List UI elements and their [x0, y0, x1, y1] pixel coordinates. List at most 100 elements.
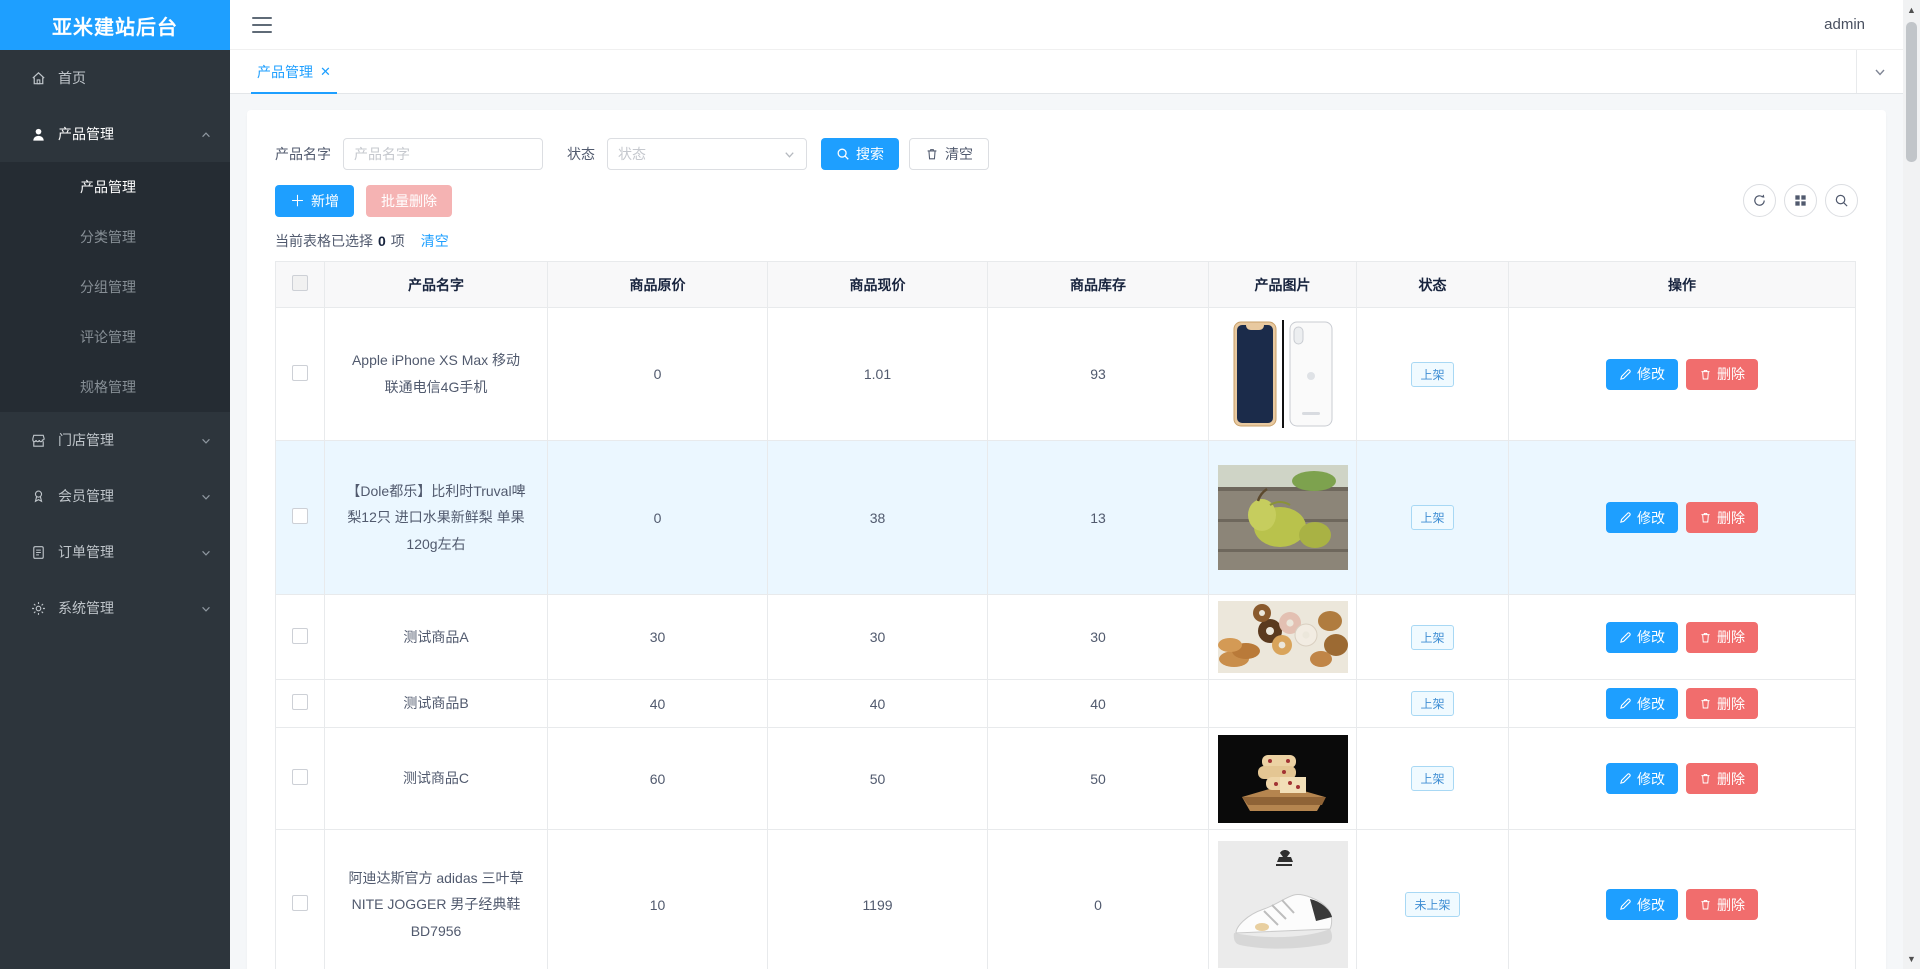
table-row: 测试商品C 60 50 50 上架 修改 删除 — [275, 727, 1856, 830]
column-header-1: 产品名字 — [324, 261, 548, 308]
scrollbar-thumb[interactable] — [1906, 22, 1917, 162]
sidebar-item-4[interactable]: 订单管理 — [0, 524, 230, 580]
pencil-icon — [1620, 368, 1631, 380]
vertical-scrollbar[interactable]: ▲ ▼ — [1903, 0, 1920, 969]
batch-delete-button[interactable]: 批量删除 — [366, 184, 453, 217]
table-search-button[interactable] — [1825, 184, 1858, 217]
tab-label: 产品管理 — [257, 63, 313, 80]
app-logo: 亚米建站后台 — [0, 0, 230, 50]
sidebar-subitem-0[interactable]: 产品管理 — [0, 162, 230, 212]
hamburger-icon[interactable] — [252, 16, 272, 33]
select-all-checkbox[interactable] — [292, 275, 308, 291]
edit-button[interactable]: 修改 — [1606, 688, 1678, 719]
row-checkbox[interactable] — [292, 895, 308, 911]
search-icon — [837, 148, 849, 160]
chevron-down-icon — [785, 151, 794, 158]
tab-close-icon[interactable]: ✕ — [320, 64, 331, 80]
product-image-pear — [1217, 465, 1348, 570]
chevron-down-icon — [1875, 69, 1885, 76]
status-badge[interactable]: 上架 — [1411, 691, 1454, 716]
stock-cell: 30 — [987, 594, 1209, 680]
user-menu[interactable]: admin — [1824, 16, 1865, 33]
trash-icon — [1701, 698, 1710, 709]
delete-button[interactable]: 删除 — [1686, 621, 1758, 653]
edit-button[interactable]: 修改 — [1606, 763, 1678, 794]
row-checkbox[interactable] — [292, 694, 308, 710]
status-label: 状态 — [567, 146, 595, 162]
search-button[interactable]: 搜索 — [821, 138, 899, 170]
plus-icon: ＋ — [290, 193, 306, 210]
tab-product-management[interactable]: 产品管理 ✕ — [251, 50, 337, 94]
table-tools — [1743, 184, 1858, 217]
edit-button[interactable]: 修改 — [1606, 502, 1678, 533]
product-image-cookies — [1217, 734, 1348, 823]
status-select-placeholder: 状态 — [618, 146, 646, 162]
trash-icon — [927, 149, 937, 160]
sidebar-subitem-2[interactable]: 分组管理 — [0, 262, 230, 312]
sidebar-subitem-1[interactable]: 分类管理 — [0, 212, 230, 262]
trash-icon — [1701, 632, 1710, 642]
delete-button[interactable]: 删除 — [1686, 889, 1758, 920]
product-name-cell: 【Dole都乐】比利时Truval啤梨12只 进口水果新鲜梨 单果120g左右 — [324, 440, 548, 595]
status-badge[interactable]: 上架 — [1411, 505, 1454, 530]
table-row: 【Dole都乐】比利时Truval啤梨12只 进口水果新鲜梨 单果120g左右 0… — [275, 440, 1856, 595]
product-image-cell — [1208, 679, 1357, 728]
pencil-icon — [1620, 899, 1631, 910]
column-settings-button[interactable] — [1784, 184, 1817, 217]
status-badge[interactable]: 未上架 — [1405, 892, 1460, 917]
product-image-cell — [1208, 440, 1357, 595]
row-checkbox[interactable] — [292, 627, 308, 644]
delete-button[interactable]: 删除 — [1686, 688, 1758, 719]
current-price-cell: 1.01 — [767, 307, 988, 441]
sidebar-item-1[interactable]: 产品管理 — [0, 106, 230, 162]
row-checkbox[interactable] — [292, 364, 308, 381]
refresh-button[interactable] — [1743, 184, 1776, 217]
product-name-input[interactable] — [343, 138, 543, 170]
product-name-cell: 测试商品B — [324, 679, 548, 728]
pencil-icon — [1620, 512, 1631, 523]
sidebar-menu: 首页 产品管理 产品管理 分类管理 分组管理 评论管理 规格管理 门店管理 会员管理 订单管理 系统… — [0, 50, 230, 636]
product-name-cell: Apple iPhone XS Max 移动联通电信4G手机 — [324, 307, 548, 441]
row-checkbox[interactable] — [292, 508, 308, 524]
sidebar-subitem-3[interactable]: 评论管理 — [0, 312, 230, 362]
delete-button[interactable]: 删除 — [1686, 502, 1758, 533]
sidebar-item-label: 会员管理 — [58, 488, 114, 504]
sidebar-item-0[interactable]: 首页 — [0, 50, 230, 106]
search-icon — [1835, 194, 1848, 207]
sidebar-item-2[interactable]: 门店管理 — [0, 412, 230, 468]
gear-icon — [30, 599, 48, 617]
row-checkbox[interactable] — [292, 769, 308, 785]
clear-button[interactable]: 清空 — [909, 138, 989, 170]
delete-button[interactable]: 删除 — [1686, 358, 1758, 390]
column-header-0 — [275, 261, 325, 308]
column-header-2: 商品原价 — [547, 261, 768, 308]
user-icon — [30, 125, 48, 143]
edit-button[interactable]: 修改 — [1606, 889, 1678, 920]
selection-info: 当前表格已选择 0 项 清空 — [275, 231, 449, 251]
selection-clear-link[interactable]: 清空 — [421, 231, 449, 251]
scroll-up-arrow-icon[interactable]: ▲ — [1903, 2, 1920, 18]
edit-button[interactable]: 修改 — [1606, 621, 1678, 653]
stock-cell: 40 — [987, 679, 1209, 728]
sidebar-item-3[interactable]: 会员管理 — [0, 468, 230, 524]
product-table: 产品名字 商品原价 商品现价 商品库存 产品图片 状态 操作 Apple iPhone XS… — [275, 261, 1856, 969]
original-price-cell: 0 — [547, 440, 768, 595]
sidebar-subitem-4[interactable]: 规格管理 — [0, 362, 230, 412]
product-card: 产品名字 状态 状态 搜索 清空 ＋ 新增 — [247, 110, 1886, 969]
status-badge[interactable]: 上架 — [1411, 624, 1454, 650]
edit-button[interactable]: 修改 — [1606, 358, 1678, 390]
status-badge[interactable]: 上架 — [1411, 766, 1454, 791]
tab-bar: 产品管理 ✕ — [230, 50, 1903, 94]
status-select[interactable]: 状态 — [607, 138, 807, 170]
status-badge[interactable]: 上架 — [1411, 361, 1454, 387]
stock-cell: 13 — [987, 440, 1209, 595]
delete-button[interactable]: 删除 — [1686, 763, 1758, 794]
sidebar-item-5[interactable]: 系统管理 — [0, 580, 230, 636]
column-header-3: 商品现价 — [767, 261, 988, 308]
toolbar-row: ＋ 新增 批量删除 — [275, 184, 1858, 217]
table-row: Apple iPhone XS Max 移动联通电信4G手机 0 1.01 93 上架 修… — [275, 307, 1856, 441]
add-button[interactable]: ＋ 新增 — [275, 184, 355, 217]
product-image-cell — [1208, 594, 1357, 680]
scroll-down-arrow-icon[interactable]: ▼ — [1903, 951, 1920, 967]
tab-list-dropdown-button[interactable] — [1856, 50, 1903, 93]
